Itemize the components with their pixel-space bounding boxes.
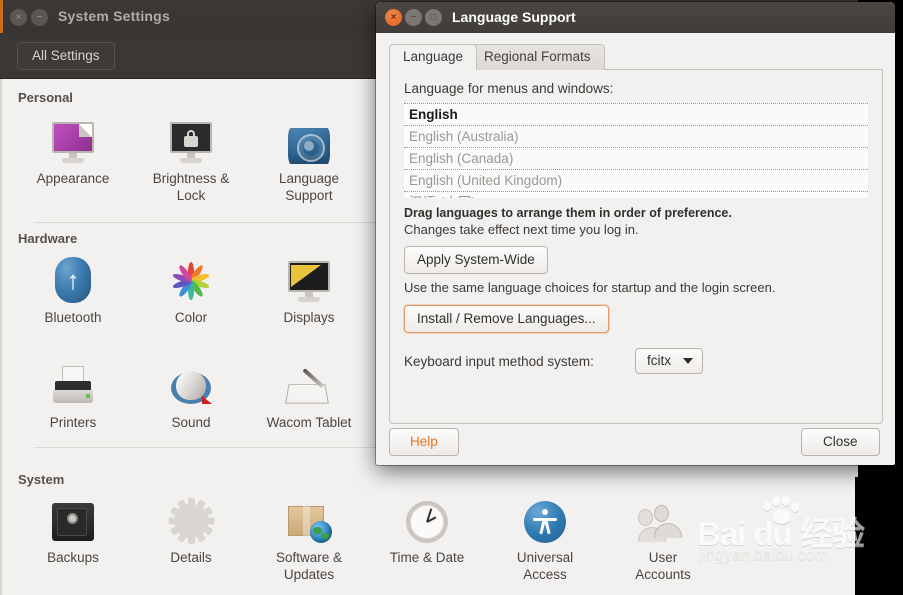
dialog-titlebar: × − □ Language Support bbox=[376, 2, 895, 33]
settings-item-label: Bluetooth bbox=[44, 310, 102, 325]
settings-item-label: Color bbox=[174, 310, 208, 325]
settings-item-appearance[interactable]: Appearance bbox=[12, 112, 134, 188]
keyboard-input-method-select[interactable]: fcitx bbox=[635, 348, 704, 374]
wacom-tablet-icon bbox=[248, 356, 370, 408]
minimize-icon[interactable]: − bbox=[405, 9, 422, 26]
appearance-monitor-icon bbox=[12, 112, 134, 164]
close-icon[interactable]: × bbox=[10, 9, 27, 26]
settings-item-sound[interactable]: Sound bbox=[130, 356, 252, 432]
brightness-lock-icon bbox=[130, 112, 252, 164]
list-item[interactable]: English bbox=[404, 104, 868, 126]
apply-system-wide-button[interactable]: Apply System-Wide bbox=[404, 246, 548, 274]
time-date-clock-icon bbox=[366, 491, 488, 543]
same-choices-text: Use the same language choices for startu… bbox=[404, 280, 776, 295]
list-item[interactable]: English (Australia) bbox=[404, 126, 868, 148]
maximize-icon[interactable]: □ bbox=[425, 9, 442, 26]
settings-item-label: Printers bbox=[49, 415, 97, 430]
settings-item-backups[interactable]: Backups bbox=[12, 491, 134, 567]
settings-item-label: Backups bbox=[47, 550, 99, 565]
close-icon[interactable]: × bbox=[385, 9, 402, 26]
settings-item-brightness-lock[interactable]: Brightness & Lock bbox=[130, 112, 252, 205]
list-item[interactable]: 汉语 (中国) bbox=[404, 192, 868, 198]
settings-item-time-date[interactable]: Time & Date bbox=[366, 491, 488, 567]
label-line-1: Universal bbox=[516, 550, 574, 565]
window-title: System Settings bbox=[58, 8, 170, 24]
label-line-2: Support bbox=[285, 187, 333, 203]
settings-item-language-support[interactable]: Language Support bbox=[248, 112, 370, 205]
settings-item-universal-access[interactable]: Universal Access bbox=[484, 491, 606, 584]
label-line-2: Lock bbox=[176, 187, 206, 203]
window-accent-stripe bbox=[0, 0, 3, 33]
list-item[interactable]: English (United Kingdom) bbox=[404, 170, 868, 192]
help-button[interactable]: Help bbox=[389, 428, 459, 456]
language-support-flag-icon bbox=[248, 112, 370, 164]
list-item[interactable]: English (Canada) bbox=[404, 148, 868, 170]
label-line-2: Accounts bbox=[635, 566, 691, 582]
section-heading-personal: Personal bbox=[18, 90, 73, 105]
chevron-down-icon bbox=[683, 357, 694, 364]
settings-item-label: Language Support bbox=[248, 171, 370, 205]
settings-item-printers[interactable]: Printers bbox=[12, 356, 134, 432]
change-effect-text: Changes take effect next time you log in… bbox=[404, 222, 639, 237]
keyboard-input-method-label: Keyboard input method system: bbox=[404, 354, 594, 369]
bluetooth-icon: ↑ bbox=[12, 251, 134, 303]
settings-item-label: User Accounts bbox=[602, 550, 724, 584]
label-line-2: Updates bbox=[283, 566, 335, 582]
dialog-title: Language Support bbox=[452, 9, 576, 25]
settings-item-wacom-tablet[interactable]: Wacom Tablet bbox=[248, 356, 370, 432]
section-heading-system: System bbox=[18, 472, 65, 487]
section-heading-hardware: Hardware bbox=[18, 231, 78, 246]
sound-knob-icon bbox=[130, 356, 252, 408]
settings-item-label: Software & Updates bbox=[248, 550, 370, 584]
close-button[interactable]: Close bbox=[801, 428, 880, 456]
settings-item-label: Universal Access bbox=[484, 550, 606, 584]
screen: × − System Settings All Settings Persona… bbox=[0, 0, 903, 595]
label-line-1: Software & bbox=[275, 550, 343, 565]
screen-black-region bbox=[855, 477, 903, 595]
language-list[interactable]: English English (Australia) English (Can… bbox=[404, 103, 868, 198]
settings-item-label: Displays bbox=[283, 310, 335, 325]
label-line-2: Access bbox=[523, 566, 567, 582]
all-settings-button[interactable]: All Settings bbox=[17, 42, 115, 70]
settings-item-label: Appearance bbox=[36, 171, 110, 186]
settings-item-user-accounts[interactable]: User Accounts bbox=[602, 491, 724, 584]
settings-item-displays[interactable]: Displays bbox=[248, 251, 370, 327]
user-accounts-icon bbox=[602, 491, 724, 543]
details-gear-icon bbox=[130, 491, 252, 544]
keyboard-input-method-row: Keyboard input method system: fcitx bbox=[404, 348, 864, 378]
settings-item-details[interactable]: Details bbox=[130, 491, 252, 567]
software-updates-package-icon bbox=[248, 491, 370, 543]
drag-instruction-text: Drag languages to arrange them in order … bbox=[404, 206, 732, 220]
settings-item-label: Wacom Tablet bbox=[266, 415, 352, 430]
settings-item-software-updates[interactable]: Software & Updates bbox=[248, 491, 370, 584]
tab-language[interactable]: Language bbox=[389, 44, 478, 70]
settings-item-label: Brightness & Lock bbox=[130, 171, 252, 205]
tab-regional-formats[interactable]: Regional Formats bbox=[470, 44, 605, 70]
printer-icon bbox=[12, 356, 134, 408]
universal-access-icon bbox=[484, 491, 606, 543]
install-remove-languages-button[interactable]: Install / Remove Languages... bbox=[404, 305, 609, 333]
label-line-1: User bbox=[648, 550, 678, 565]
language-support-dialog: × − □ Language Support Language Regional… bbox=[376, 2, 895, 465]
settings-item-label: Details bbox=[170, 550, 212, 565]
settings-item-label: Time & Date bbox=[389, 550, 465, 565]
settings-item-bluetooth[interactable]: ↑ Bluetooth bbox=[12, 251, 134, 327]
displays-monitor-icon bbox=[248, 251, 370, 303]
tab-bar: Language Regional Formats bbox=[389, 44, 883, 70]
minimize-icon[interactable]: − bbox=[31, 9, 48, 26]
settings-item-color[interactable]: Color bbox=[130, 251, 252, 327]
settings-item-label: Sound bbox=[171, 415, 211, 430]
color-flower-icon bbox=[130, 251, 252, 303]
language-list-caption: Language for menus and windows: bbox=[404, 81, 614, 96]
select-value: fcitx bbox=[647, 353, 672, 368]
language-tab-panel: Language for menus and windows: English … bbox=[389, 70, 883, 424]
label-line-1: Brightness & bbox=[152, 171, 230, 186]
backups-safe-icon bbox=[12, 491, 134, 543]
label-line-1: Language bbox=[278, 171, 340, 186]
